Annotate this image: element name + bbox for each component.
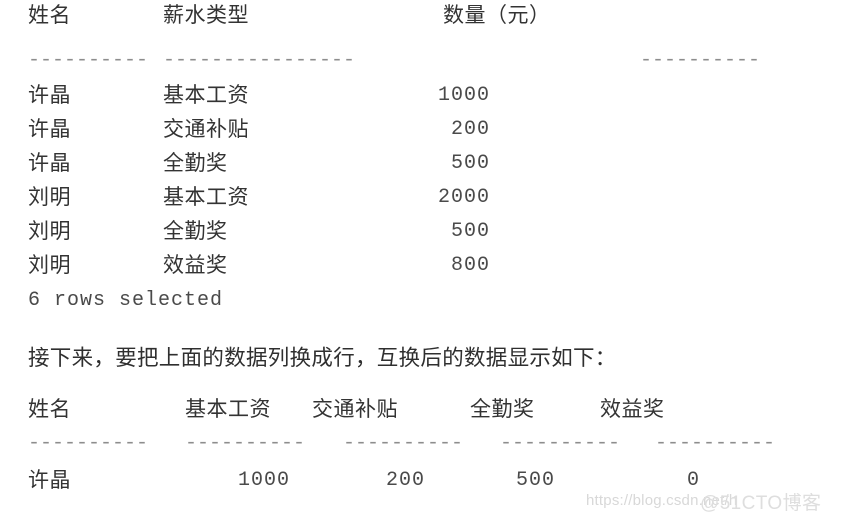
table-row: 许晶 全勤奖 500	[0, 148, 844, 179]
table-row: 许晶 交通补贴 200	[0, 114, 844, 145]
cell-attendance-bonus: 500	[515, 469, 555, 492]
cell-amount: 800	[450, 254, 490, 277]
table-two-header-attendance-bonus: 全勤奖	[470, 397, 535, 421]
table-row: 刘明 基本工资 2000	[0, 182, 844, 213]
cell-performance-bonus: 0	[686, 469, 700, 492]
cell-name: 刘明	[28, 185, 71, 209]
table-row: 刘明 效益奖 800	[0, 250, 844, 281]
table-two-separator: ---------- ---------- ---------- -------…	[0, 433, 844, 455]
table-one-separator-col-name: ----------	[28, 49, 149, 72]
table-row: 刘明 全勤奖 500	[0, 216, 844, 247]
cell-salary-type: 全勤奖	[163, 151, 228, 175]
cell-name: 许晶	[28, 468, 71, 492]
cell-name: 许晶	[28, 117, 71, 141]
cell-amount: 1000	[437, 84, 490, 107]
table-two-header-base-salary: 基本工资	[185, 397, 271, 421]
table-one-separator-col-type: ----------------	[163, 49, 356, 72]
cell-salary-type: 全勤奖	[163, 219, 228, 243]
table-one-header-row: 姓名 薪水类型 数量（元）	[0, 0, 844, 31]
table-two-header-performance-bonus: 效益奖	[600, 397, 665, 421]
table-two-separator-col-bonus: ----------	[655, 432, 776, 455]
table-one-header-name: 姓名	[28, 3, 71, 27]
cell-salary-type: 基本工资	[163, 83, 249, 107]
table-two-header-transport-allowance: 交通补贴	[312, 397, 398, 421]
table-one-header-salary-type: 薪水类型	[163, 3, 249, 27]
table-one-separator: ---------- ---------------- ----------	[0, 50, 844, 72]
table-two-separator-col-name: ----------	[28, 432, 149, 455]
cell-salary-type: 基本工资	[163, 185, 249, 209]
cell-amount: 500	[450, 220, 490, 243]
cell-name: 许晶	[28, 151, 71, 175]
cell-name: 刘明	[28, 219, 71, 243]
table-row: 许晶 1000 200 500 0	[0, 465, 844, 496]
table-one-header-amount: 数量（元）	[443, 3, 551, 27]
table-two-header-row: 姓名 基本工资 交通补贴 全勤奖 效益奖	[0, 394, 844, 425]
table-two-separator-col-transport: ----------	[343, 432, 464, 455]
table-two-separator-col-base: ----------	[185, 432, 306, 455]
cell-name: 刘明	[28, 253, 71, 277]
cell-amount: 200	[450, 118, 490, 141]
first-result-table: 姓名 薪水类型 数量（元） ---------- ---------------…	[0, 0, 844, 312]
cell-name: 许晶	[28, 83, 71, 107]
table-two-header-name: 姓名	[28, 397, 71, 421]
rows-selected-status: 6 rows selected	[28, 289, 224, 312]
table-one-separator-col-amount: ----------	[640, 49, 761, 72]
cell-amount: 2000	[437, 186, 490, 209]
cell-transport-allowance: 200	[385, 469, 425, 492]
table-row: 许晶 基本工资 1000	[0, 80, 844, 111]
table-two-separator-col-attendance: ----------	[500, 432, 621, 455]
cell-salary-type: 效益奖	[163, 253, 228, 277]
pivot-note-text: 接下来，要把上面的数据列换成行，互换后的数据显示如下：	[28, 346, 617, 370]
cell-base-salary: 1000	[237, 469, 290, 492]
cell-salary-type: 交通补贴	[163, 117, 249, 141]
cell-amount: 500	[450, 152, 490, 175]
